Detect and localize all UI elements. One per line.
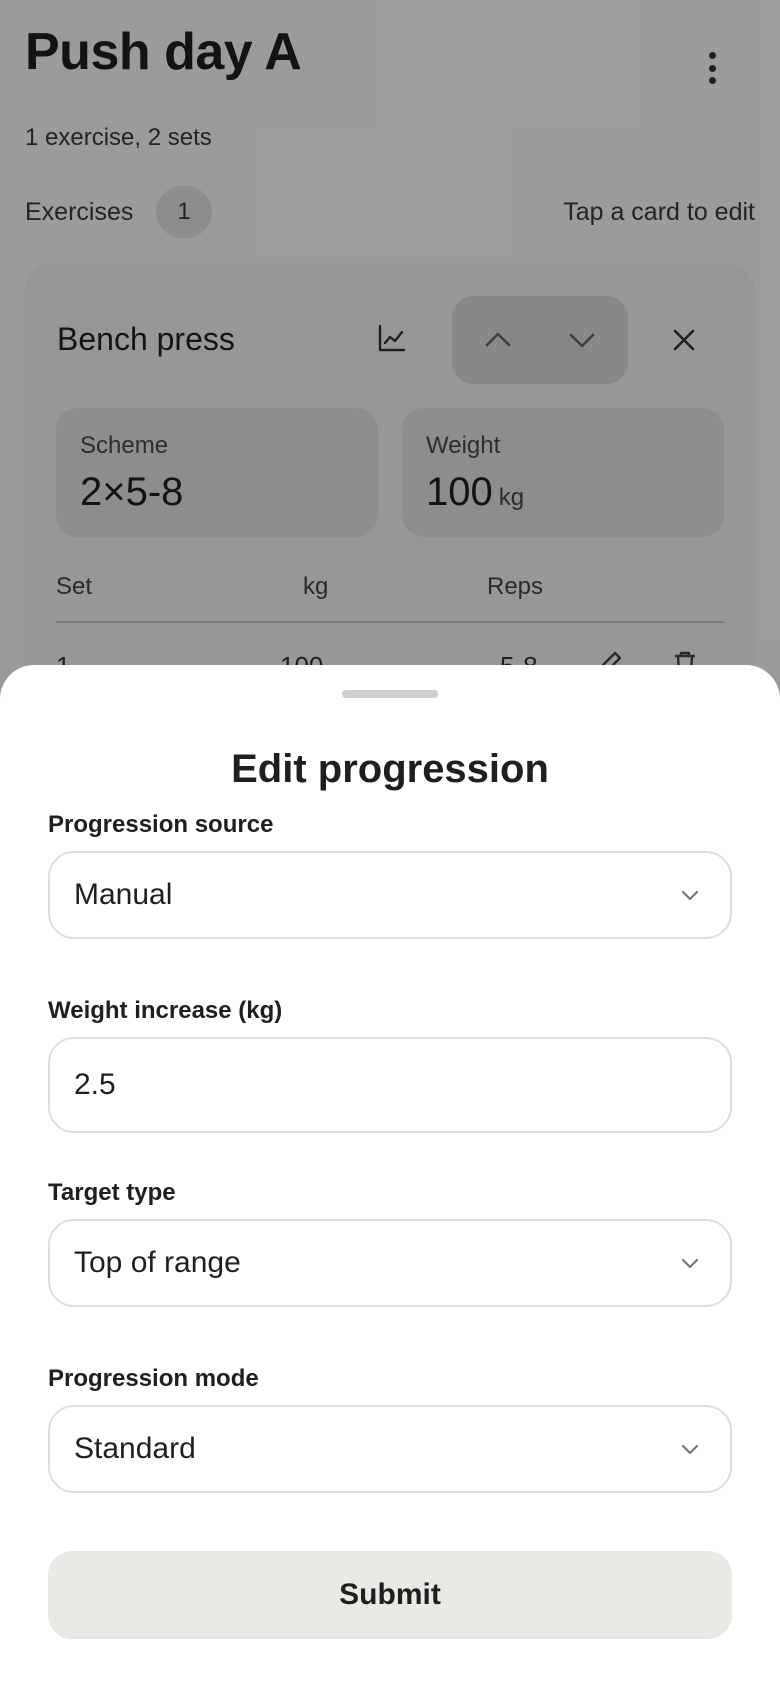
target-type-value: Top of range [74,1246,241,1279]
progression-source-label: Progression source [48,811,274,838]
edit-progression-sheet: Edit progression Progression source Manu… [0,665,780,1688]
sheet-title: Edit progression [231,747,549,791]
chevron-down-icon [681,1258,699,1269]
progression-mode-select[interactable]: Standard [48,1405,732,1493]
chevron-down-icon [681,890,699,901]
progression-source-select[interactable]: Manual [48,851,732,939]
progression-source-value: Manual [74,878,173,911]
chevron-down-icon [681,1444,699,1455]
weight-increase-input[interactable] [74,1068,674,1102]
weight-increase-field[interactable] [48,1037,732,1133]
progression-mode-label: Progression mode [48,1365,259,1392]
weight-increase-label: Weight increase (kg) [48,997,283,1024]
screen: Push day A 1 exercise, 2 sets Exercises … [0,0,780,1688]
target-type-select[interactable]: Top of range [48,1219,732,1307]
sheet-drag-handle[interactable] [342,690,438,698]
target-type-label: Target type [48,1179,176,1206]
submit-button[interactable]: Submit [48,1551,732,1639]
progression-mode-value: Standard [74,1432,196,1465]
